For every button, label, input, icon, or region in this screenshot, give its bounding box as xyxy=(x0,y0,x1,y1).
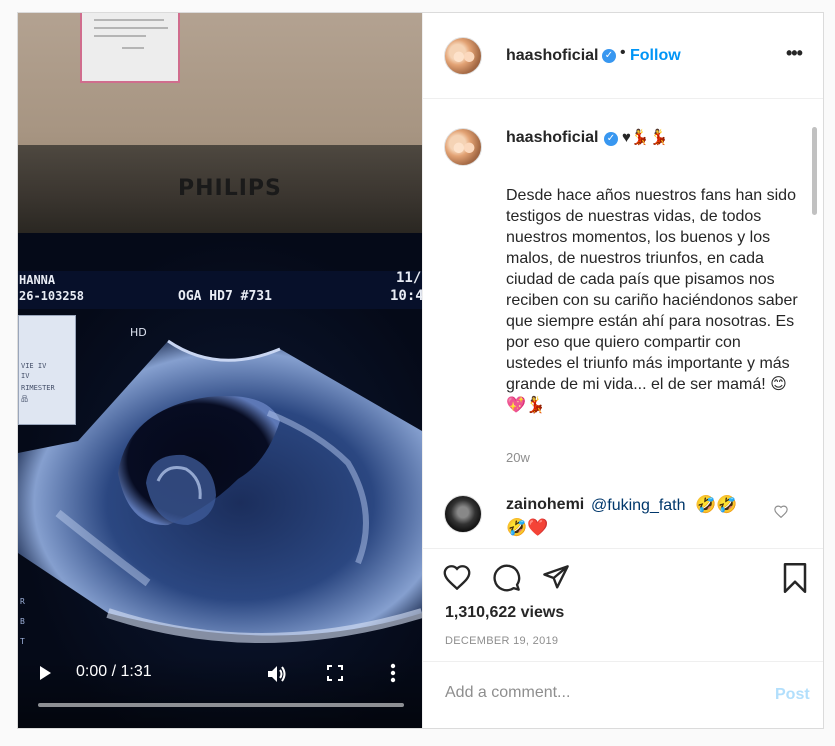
instagram-post: PHILIPS HANNA 26-103258 OGA HD7 #731 11/… xyxy=(17,12,824,729)
post-caption: Desde hace años nuestros fans han sido t… xyxy=(506,187,798,414)
ultrasound-image xyxy=(18,339,422,643)
caption-avatar[interactable] xyxy=(444,128,482,166)
comments-scroll-area[interactable]: haashoficial ✓ ♥💃💃 Desde hace años nuest… xyxy=(423,100,823,549)
verified-icon: ✓ xyxy=(604,132,618,146)
scan-side-mark: R xyxy=(20,597,25,606)
avatar[interactable] xyxy=(444,37,482,75)
comment-emoji: 🤣🤣 xyxy=(695,495,738,514)
scan-side-mark: B xyxy=(20,617,25,626)
comment-mention-link[interactable]: @fuking_fath xyxy=(591,497,686,515)
more-options-icon[interactable]: ••• xyxy=(786,43,803,64)
play-icon[interactable] xyxy=(40,666,51,680)
video-timecode: 0:00 / 1:31 xyxy=(76,663,152,680)
post-comment-button[interactable]: Post xyxy=(775,686,810,704)
scrollbar[interactable] xyxy=(812,127,817,215)
video-progress-bar[interactable] xyxy=(38,703,404,707)
post-date[interactable]: December 19, 2019 xyxy=(445,635,558,647)
comment-bubble-icon[interactable] xyxy=(493,564,521,592)
header-username[interactable]: haashoficial xyxy=(506,47,598,65)
scan-side-mark: T xyxy=(20,637,25,646)
scan-mode: OGA HD7 #731 xyxy=(178,289,272,304)
views-count[interactable]: 1,310,622 views xyxy=(445,604,564,622)
comment-username[interactable]: zainohemi xyxy=(506,496,584,514)
verified-icon: ✓ xyxy=(602,49,616,63)
video-controls-row: 0:00 / 1:31 xyxy=(18,659,422,689)
follow-button[interactable]: Follow xyxy=(630,47,681,65)
comment-emoji: 🤣❤️ xyxy=(506,518,549,537)
fullscreen-icon[interactable] xyxy=(327,665,343,681)
scan-time: 10:4 xyxy=(390,288,422,304)
comment-avatar[interactable] xyxy=(444,495,482,533)
post-header: haashoficial ✓ • Follow ••• xyxy=(423,13,823,99)
post-actions-bar xyxy=(423,559,823,599)
caption-username[interactable]: haashoficial xyxy=(506,129,598,147)
scan-patient-id: 26-103258 xyxy=(19,289,85,303)
comment-like-heart-icon[interactable] xyxy=(774,505,788,518)
scan-date: 11/ xyxy=(396,270,422,286)
save-bookmark-icon[interactable] xyxy=(782,563,808,593)
volume-icon[interactable] xyxy=(267,665,287,683)
caption-emoji: ♥💃💃 xyxy=(622,129,669,146)
add-comment-bar: Post xyxy=(423,661,823,728)
wall-notice-paper xyxy=(80,13,180,83)
like-heart-icon[interactable] xyxy=(443,564,471,590)
video-more-icon[interactable] xyxy=(390,663,396,683)
post-age: 20w xyxy=(506,450,530,465)
monitor-brand: PHILIPS xyxy=(178,176,282,201)
share-paper-plane-icon[interactable] xyxy=(542,564,570,592)
post-sidebar: haashoficial ✓ • Follow ••• haashoficial… xyxy=(422,13,823,728)
comment-input[interactable] xyxy=(445,684,765,702)
header-separator: • xyxy=(620,44,626,61)
video-player[interactable]: PHILIPS HANNA 26-103258 OGA HD7 #731 11/… xyxy=(18,13,422,728)
scan-patient-name: HANNA xyxy=(19,273,56,287)
scan-hd-label: HD xyxy=(130,326,147,339)
